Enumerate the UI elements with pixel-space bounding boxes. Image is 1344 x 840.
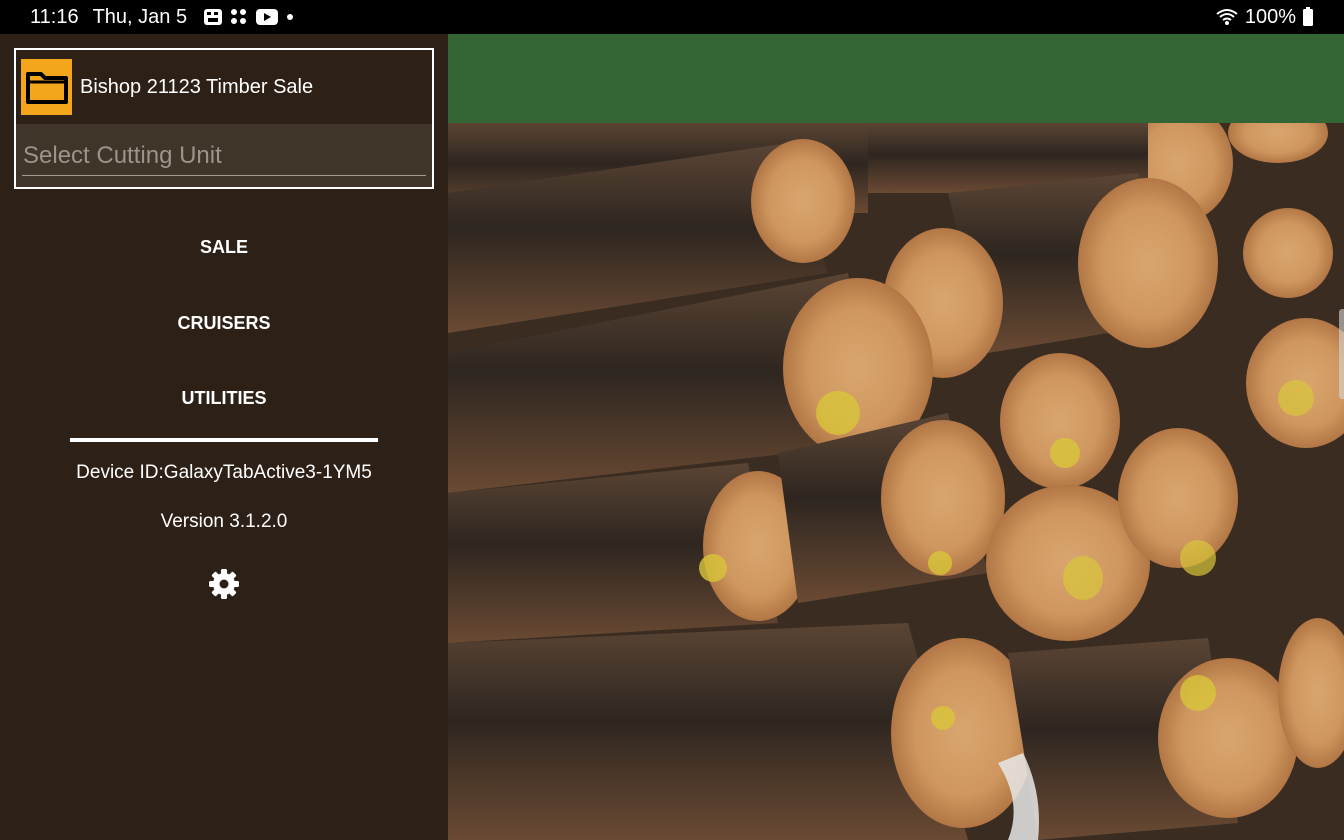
- sale-header[interactable]: Bishop 21123 Timber Sale: [16, 50, 432, 124]
- edge-panel-handle[interactable]: [1339, 309, 1344, 399]
- battery-percent: 100%: [1244, 5, 1296, 28]
- cutting-unit-placeholder: Select Cutting Unit: [23, 142, 222, 169]
- nav-item-sale[interactable]: SALE: [0, 237, 448, 258]
- notification-icons: [203, 8, 295, 26]
- status-right: 100%: [1215, 6, 1314, 29]
- app-header-bar: [448, 34, 1344, 123]
- sale-name: Bishop 21123 Timber Sale: [80, 75, 314, 98]
- apps-grid-icon: [229, 8, 249, 26]
- status-bar: 11:16 Thu, Jan 5 100%: [0, 0, 1344, 34]
- youtube-icon: [255, 8, 279, 26]
- folder-icon: [25, 72, 68, 104]
- sale-selector-box: Bishop 21123 Timber Sale Select Cutting …: [14, 48, 434, 189]
- app-screen: 11:16 Thu, Jan 5 100% Bishop 21123 Timbe…: [0, 0, 1344, 840]
- timber-logs-image: [448, 123, 1344, 840]
- cutting-unit-select[interactable]: Select Cutting Unit: [16, 124, 432, 187]
- dot-icon: [285, 8, 295, 26]
- wifi-icon: [1215, 7, 1239, 27]
- device-id: Device ID:GalaxyTabActive3-1YM5: [76, 462, 372, 483]
- nav-item-utilities[interactable]: UTILITIES: [0, 388, 448, 409]
- nav-item-cruisers[interactable]: CRUISERS: [0, 313, 448, 334]
- status-left: 11:16 Thu, Jan 5: [30, 6, 295, 29]
- photo-icon: [203, 8, 223, 26]
- navigation-drawer: Bishop 21123 Timber Sale Select Cutting …: [0, 34, 448, 840]
- battery-icon: [1302, 7, 1314, 27]
- status-time: 11:16: [30, 5, 79, 28]
- settings-gear-icon[interactable]: [208, 568, 240, 600]
- select-underline: [22, 175, 426, 176]
- status-date: Thu, Jan 5: [92, 5, 188, 28]
- app-version: Version 3.1.2.0: [160, 511, 288, 532]
- drawer-divider: [70, 438, 378, 442]
- folder-button[interactable]: [21, 59, 72, 115]
- log-pile-illustration: [448, 123, 1344, 840]
